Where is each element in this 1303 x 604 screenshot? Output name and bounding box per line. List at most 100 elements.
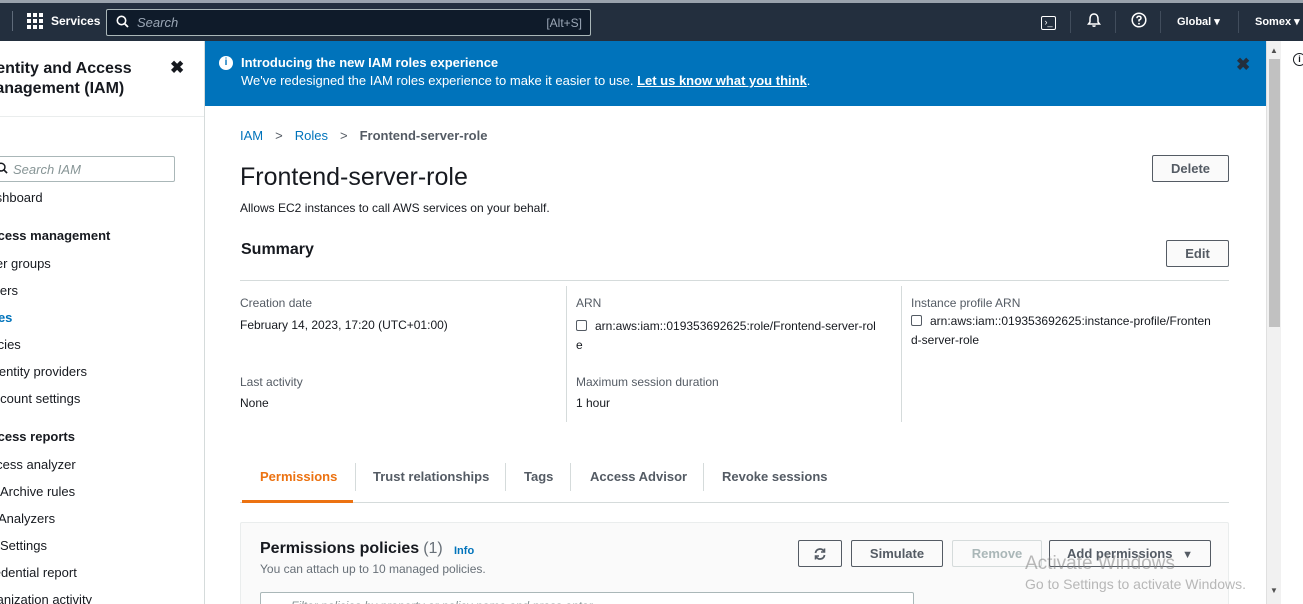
breadcrumb-iam[interactable]: IAM [240, 128, 263, 143]
sidebar-item-archive-rules[interactable]: Archive rules [0, 484, 75, 499]
panel-subtitle: You can attach up to 10 managed policies… [260, 562, 486, 576]
last-activity-label: Last activity [240, 375, 303, 389]
right-utility-panel: i [1282, 41, 1303, 604]
scroll-up-arrow-icon[interactable]: ▲ [1270, 46, 1278, 55]
tab-tags[interactable]: Tags [524, 469, 553, 484]
refresh-button[interactable] [798, 540, 842, 567]
tab-access-advisor[interactable]: Access Advisor [590, 469, 687, 484]
cloudshell-icon[interactable]: ›_ [1041, 16, 1056, 30]
policy-count: (1) [423, 540, 443, 557]
page-title: Frontend-server-role [240, 163, 468, 191]
breadcrumb: IAM > Roles > Frontend-server-role [240, 128, 487, 143]
sidebar-item-user-groups[interactable]: User groups [0, 256, 51, 271]
search-icon [0, 161, 13, 177]
max-session-value: 1 hour [576, 396, 611, 410]
refresh-icon [814, 548, 826, 560]
chevron-right-icon: > [275, 128, 283, 143]
last-activity-value: None [240, 396, 269, 410]
instance-profile-arn-label: Instance profile ARN [911, 296, 1021, 310]
info-icon[interactable]: i [1293, 53, 1303, 66]
help-icon[interactable] [1131, 12, 1147, 32]
banner-suffix: . [806, 73, 811, 88]
sidebar-item-analyzers[interactable]: Analyzers [0, 511, 55, 526]
breadcrumb-current: Frontend-server-role [359, 128, 488, 143]
tab-permissions[interactable]: Permissions [260, 469, 337, 484]
sidebar-title: Identity and Access Management (IAM) [0, 60, 132, 97]
sidebar-search-box[interactable] [0, 156, 175, 182]
sidebar-section-access-reports: Access reports [0, 429, 75, 444]
global-search-input[interactable] [137, 15, 547, 30]
global-search-box[interactable]: [Alt+S] [106, 9, 591, 36]
active-tab-underline [242, 500, 353, 503]
info-link[interactable]: Info [454, 545, 474, 557]
scroll-down-arrow-icon[interactable]: ▼ [1270, 586, 1278, 595]
permissions-policies-heading: Permissions policies (1) [260, 540, 443, 558]
services-menu-button[interactable]: Services [27, 13, 100, 29]
policy-filter-input[interactable]: Filter policies by property or policy na… [260, 592, 914, 604]
topbar-separator [1115, 11, 1116, 33]
summary-divider [240, 280, 1229, 281]
sidebar-item-roles[interactable]: Roles [0, 310, 12, 325]
role-description: Allows EC2 instances to call AWS service… [240, 201, 550, 215]
sidebar-item-dashboard[interactable]: Dashboard [0, 190, 43, 205]
instance-profile-line-2: d-server-role [911, 333, 980, 347]
panel-title-text: Permissions policies [260, 540, 420, 557]
main-content: i Introducing the new IAM roles experien… [205, 41, 1266, 604]
tab-separator [703, 463, 704, 491]
sidebar-section-access-management: Access management [0, 228, 111, 243]
sidebar-item-identity-providers[interactable]: Identity providers [0, 364, 87, 379]
close-icon[interactable]: ✖ [1236, 55, 1250, 75]
summary-heading: Summary [241, 241, 314, 258]
max-session-label: Maximum session duration [576, 375, 719, 389]
arn-line-2: e [576, 338, 583, 352]
sidebar-search-input[interactable] [13, 161, 163, 177]
edit-button[interactable]: Edit [1166, 240, 1229, 267]
column-divider [901, 286, 902, 422]
close-icon[interactable]: ✖ [170, 58, 184, 78]
sidebar-item-credential-report[interactable]: Credential report [0, 565, 77, 580]
scrollbar-thumb[interactable] [1269, 59, 1280, 327]
region-selector[interactable]: Global ▾ [1177, 15, 1220, 28]
info-banner: i Introducing the new IAM roles experien… [205, 41, 1266, 106]
sidebar-item-users[interactable]: Users [0, 283, 18, 298]
tab-trust-relationships[interactable]: Trust relationships [373, 469, 489, 484]
instance-profile-arn-value: arn:aws:iam::019353692625:instance-profi… [911, 312, 1236, 350]
tab-revoke-sessions[interactable]: Revoke sessions [722, 469, 828, 484]
copy-icon[interactable] [911, 315, 922, 326]
tab-separator [570, 463, 571, 491]
sidebar-divider [0, 116, 204, 117]
tab-separator [355, 463, 356, 491]
vertical-scrollbar[interactable]: ▲ ▼ [1266, 41, 1281, 604]
topbar-divider [12, 11, 13, 31]
account-menu[interactable]: Somex ▾ [1255, 15, 1300, 28]
instance-profile-line-1: arn:aws:iam::019353692625:instance-profi… [930, 314, 1211, 328]
grid-icon [27, 13, 43, 29]
sidebar-item-organization-activity[interactable]: Organization activity [0, 592, 92, 604]
search-icon [107, 15, 137, 31]
column-divider [566, 286, 567, 422]
role-tabs: Permissions Trust relationships Tags Acc… [240, 461, 1229, 503]
creation-date-label: Creation date [240, 296, 313, 310]
delete-button[interactable]: Delete [1152, 155, 1229, 182]
sidebar-item-access-analyzer[interactable]: Access analyzer [0, 457, 76, 472]
simulate-button[interactable]: Simulate [851, 540, 943, 567]
feedback-link[interactable]: Let us know what you think [637, 73, 807, 88]
add-permissions-label: Add permissions [1067, 546, 1173, 561]
topbar-separator [1160, 11, 1161, 33]
copy-icon[interactable] [576, 320, 587, 331]
sidebar-item-policies[interactable]: Policies [0, 337, 21, 352]
remove-button[interactable]: Remove [952, 540, 1042, 567]
notifications-bell-icon[interactable] [1086, 12, 1102, 32]
services-label: Services [51, 14, 101, 28]
permissions-policies-panel: Permissions policies (1) Info You can att… [240, 522, 1229, 604]
breadcrumb-roles[interactable]: Roles [295, 128, 328, 143]
sidebar-item-settings[interactable]: Settings [0, 538, 47, 553]
arn-line-1: arn:aws:iam::019353692625:role/Frontend-… [595, 319, 876, 333]
sidebar-item-account-settings[interactable]: Account settings [0, 391, 80, 406]
caret-down-icon: ▼ [1182, 549, 1193, 561]
iam-sidebar: Identity and Access Management (IAM) ✖ D… [0, 41, 205, 604]
arn-value: arn:aws:iam::019353692625:role/Frontend-… [576, 317, 901, 355]
add-permissions-button[interactable]: Add permissions ▼ [1049, 540, 1211, 567]
tab-separator [505, 463, 506, 491]
banner-title: Introducing the new IAM roles experience [241, 55, 499, 70]
